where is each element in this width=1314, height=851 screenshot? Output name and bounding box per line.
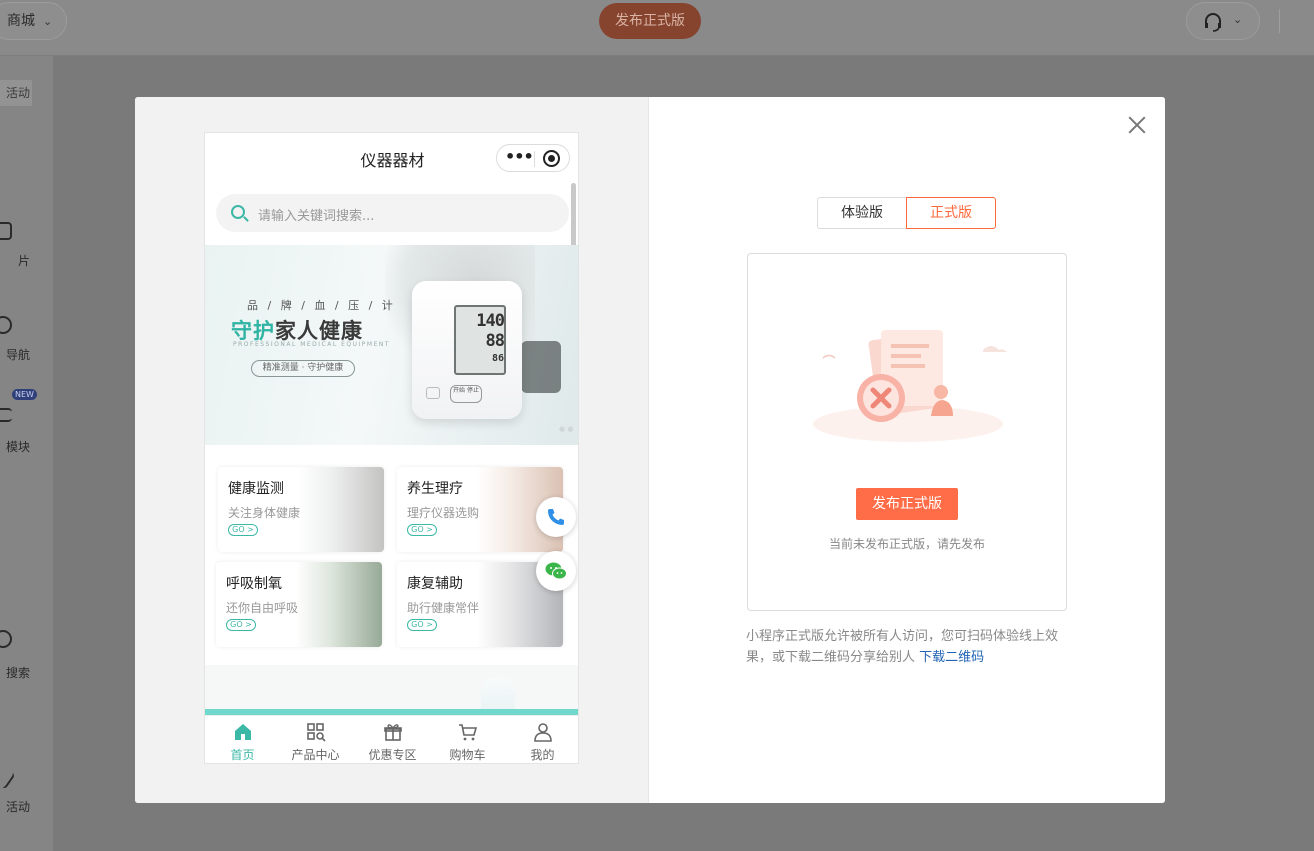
tab-trial-version[interactable]: 体验版 xyxy=(817,197,907,229)
tab-official-version[interactable]: 正式版 xyxy=(906,197,996,229)
store-selector[interactable]: 商城 ⌄ xyxy=(0,2,68,40)
tab-label: 购物车 xyxy=(449,748,486,762)
banner-subtitle: 品 / 牌 / 血 / 压 / 计 xyxy=(247,299,396,312)
tab-profile[interactable]: 我的 xyxy=(505,716,578,763)
banner-pill: 精准测量 · 守护健康 xyxy=(251,360,355,377)
card-title: 健康监测 xyxy=(228,481,284,497)
close-icon[interactable] xyxy=(1125,113,1149,137)
topbar-divider xyxy=(1279,9,1280,33)
device-small-button xyxy=(426,387,440,399)
card-title: 养生理疗 xyxy=(407,481,463,497)
sidebar-item-active[interactable]: 活动 xyxy=(0,80,32,106)
card-image xyxy=(298,467,384,552)
grid-search-icon xyxy=(307,723,326,742)
sidebar-item-2[interactable]: 导航 xyxy=(0,346,30,363)
image-icon xyxy=(0,222,12,240)
tab-deals[interactable]: 优惠专区 xyxy=(355,716,430,763)
phone-preview: 仪器器材 ••• 请输入关键词搜索... 品 / 牌 / 血 / 压 / 计 守… xyxy=(204,132,579,764)
sidebar-item-4[interactable]: 搜索 xyxy=(0,664,30,681)
search-bar[interactable]: 请输入关键词搜索... xyxy=(216,194,569,232)
card-subtitle: 助行健康常伴 xyxy=(407,601,480,615)
chevron-down-icon: ⌄ xyxy=(1233,13,1243,26)
card-subtitle: 还你自由呼吸 xyxy=(226,601,299,615)
description-text: 小程序正式版允许被所有人访问，您可扫码体验线上效果，或下载二维码分享给别人 xyxy=(746,629,1059,665)
sidebar-item-3[interactable]: 模块 xyxy=(0,438,30,455)
cart-icon xyxy=(459,724,478,741)
nav-icon xyxy=(0,316,12,334)
publish-pane: 体验版 正式版 发布正式版 当前未发布正式版，请先发布 小程序正式版允许被所有人… xyxy=(648,97,1165,803)
device-reading-1: 140 xyxy=(476,311,505,331)
background-topbar: 商城 ⌄ 发布正式版 ⌄ xyxy=(0,0,1314,56)
blood-pressure-monitor-image: 140 88 86 开始 停止 xyxy=(412,281,522,419)
card-title: 康复辅助 xyxy=(407,576,463,592)
phone-icon xyxy=(548,509,564,525)
home-icon xyxy=(235,724,251,740)
device-start-button: 开始 停止 xyxy=(450,385,482,403)
tab-products[interactable]: 产品中心 xyxy=(278,716,353,763)
chevron-down-icon: ⌄ xyxy=(43,15,53,28)
more-icon[interactable]: ••• xyxy=(505,149,534,165)
headset-icon xyxy=(1205,13,1221,32)
store-selector-label: 商城 xyxy=(7,13,35,29)
publish-description: 小程序正式版允许被所有人访问，您可扫码体验线上效果，或下载二维码分享给别人 下载… xyxy=(746,626,1076,668)
wechat-icon xyxy=(545,562,567,580)
preview-pane: 仪器器材 ••• 请输入关键词搜索... 品 / 牌 / 血 / 压 / 计 守… xyxy=(135,97,648,803)
new-badge: NEW xyxy=(12,389,37,400)
miniapp-capsule[interactable]: ••• xyxy=(496,144,570,172)
tab-label: 产品中心 xyxy=(291,748,340,762)
category-card-1[interactable]: 健康监测 关注身体健康 GO > xyxy=(218,467,384,552)
activity-icon xyxy=(0,764,16,790)
banner-headline-rest: 家人健康 xyxy=(275,319,363,343)
banner-english: PROFESSIONAL MEDICAL EQUIPMENT xyxy=(233,341,391,348)
tab-label: 优惠专区 xyxy=(368,748,417,762)
category-grid: 健康监测 关注身体健康 GO > 养生理疗 理疗仪器选购 GO > 呼吸制氧 还… xyxy=(205,453,578,659)
tab-bar: 首页 产品中心 优惠专区 购物车 我的 xyxy=(205,715,578,763)
sidebar-item-1[interactable]: 片 xyxy=(0,252,30,269)
cuff-image xyxy=(521,341,561,393)
card-title: 呼吸制氧 xyxy=(226,576,282,592)
publish-modal: 仪器器材 ••• 请输入关键词搜索... 品 / 牌 / 血 / 压 / 计 守… xyxy=(135,97,1165,803)
tab-label: 首页 xyxy=(230,748,255,762)
support-menu[interactable]: ⌄ xyxy=(1186,2,1260,40)
publish-official-button[interactable]: 发布正式版 xyxy=(856,488,958,520)
gift-icon xyxy=(384,724,402,741)
device-screen: 140 88 86 xyxy=(454,305,506,375)
background-publish-button[interactable]: 发布正式版 xyxy=(599,3,701,39)
tab-cart[interactable]: 购物车 xyxy=(430,716,505,763)
publish-hint: 当前未发布正式版，请先发布 xyxy=(828,537,985,551)
close-miniapp-icon[interactable] xyxy=(543,150,560,167)
go-button[interactable]: GO > xyxy=(226,619,256,631)
capsule-divider xyxy=(534,151,535,167)
card-subtitle: 关注身体健康 xyxy=(228,506,301,520)
search-icon xyxy=(0,630,12,648)
card-subtitle: 理疗仪器选购 xyxy=(407,506,480,520)
search-placeholder: 请输入关键词搜索... xyxy=(258,209,375,224)
search-icon xyxy=(231,205,245,219)
device-reading-3: 86 xyxy=(491,353,504,364)
background-sidebar: 活动 片 导航 模块 搜索 活动 xyxy=(0,56,54,851)
empty-state-illustration xyxy=(813,330,1007,442)
banner-headline-accent: 守护 xyxy=(231,319,275,343)
wechat-button[interactable] xyxy=(536,551,576,591)
tab-label: 我的 xyxy=(530,748,555,762)
banner-indicator: ● ● xyxy=(559,425,574,433)
device-reading-2: 88 xyxy=(485,331,505,351)
qr-panel: 发布正式版 当前未发布正式版，请先发布 xyxy=(747,253,1067,611)
banner[interactable]: 品 / 牌 / 血 / 压 / 计 守护家人健康 PROFESSIONAL ME… xyxy=(205,245,578,445)
call-button[interactable] xyxy=(536,497,576,537)
go-button[interactable]: GO > xyxy=(407,619,437,631)
user-icon xyxy=(534,723,552,742)
go-button[interactable]: GO > xyxy=(407,524,437,536)
sidebar-item-5[interactable]: 活动 xyxy=(0,798,30,815)
go-button[interactable]: GO > xyxy=(228,524,258,536)
category-card-3[interactable]: 呼吸制氧 还你自由呼吸 GO > xyxy=(216,562,382,647)
download-qr-link[interactable]: 下载二维码 xyxy=(919,650,984,665)
version-switch: 体验版 正式版 xyxy=(817,197,998,229)
list-icon xyxy=(0,408,12,422)
tab-home[interactable]: 首页 xyxy=(205,716,280,763)
card-image xyxy=(296,562,382,647)
